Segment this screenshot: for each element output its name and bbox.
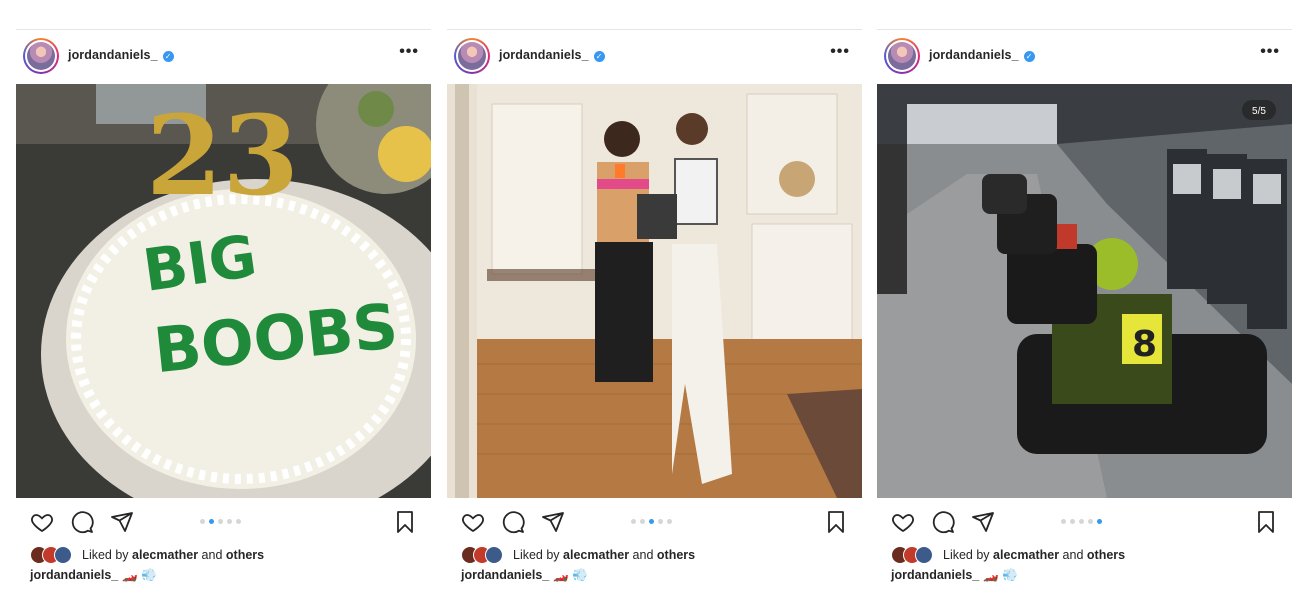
username-text[interactable]: jordandaniels_: [499, 48, 589, 62]
bookmark-icon[interactable]: [393, 510, 417, 534]
caption-username[interactable]: jordandaniels_: [891, 568, 979, 582]
cake-photo: 23 BIG BOOBS: [16, 84, 431, 498]
heart-icon[interactable]: [461, 510, 485, 534]
liker-avatars[interactable]: [30, 546, 76, 564]
username-link[interactable]: jordandaniels_ ✓: [929, 48, 1035, 62]
carousel-dot: [1070, 519, 1075, 524]
profile-avatar[interactable]: [884, 38, 920, 74]
username-link[interactable]: jordandaniels_ ✓: [499, 48, 605, 62]
verified-badge-icon: ✓: [162, 51, 174, 62]
carousel-dots: [200, 519, 241, 524]
carousel-dot: [667, 519, 672, 524]
caption: jordandaniels_ 🏎️ 💨: [461, 568, 588, 583]
go-kart-photo: 8 5/5: [877, 84, 1292, 498]
post-header: jordandaniels_ ✓ •••: [447, 30, 862, 83]
post-photo[interactable]: 8 5/5: [877, 84, 1292, 498]
verified-badge-icon: ✓: [1023, 51, 1035, 62]
more-options-icon[interactable]: •••: [830, 43, 850, 61]
carousel-dot: [658, 519, 663, 524]
paper-plane-icon[interactable]: [110, 510, 134, 534]
liker-username[interactable]: alecmather: [993, 548, 1059, 562]
post-header: jordandaniels_ ✓ •••: [877, 30, 1292, 83]
candle-numbers: 23: [146, 91, 299, 220]
paper-plane-icon[interactable]: [971, 510, 995, 534]
caption-emoji: 🏎️ 💨: [553, 568, 588, 582]
carousel-dot-active: [1097, 519, 1102, 524]
posts-row: jordandaniels_ ✓ ••• 23 BIG BOOBS Liked …: [0, 0, 1316, 604]
carousel-dot-active: [649, 519, 654, 524]
likes-line: Liked by alecmather and others: [891, 546, 1125, 564]
likes-and: and: [632, 548, 654, 562]
likes-others-link[interactable]: others: [1087, 548, 1125, 562]
caption-username[interactable]: jordandaniels_: [461, 568, 549, 582]
heart-icon[interactable]: [891, 510, 915, 534]
caption-username[interactable]: jordandaniels_: [30, 568, 118, 582]
comment-icon[interactable]: [931, 510, 955, 534]
post-card: jordandaniels_ ✓ •••: [877, 29, 1292, 596]
carousel-dot: [227, 519, 232, 524]
username-text[interactable]: jordandaniels_: [68, 48, 158, 62]
caption-emoji: 🏎️ 💨: [122, 568, 157, 582]
caption: jordandaniels_ 🏎️ 💨: [891, 568, 1018, 583]
likes-others-link[interactable]: others: [657, 548, 695, 562]
action-bar: [877, 508, 1292, 536]
bookmark-icon[interactable]: [824, 510, 848, 534]
liker-avatars[interactable]: [461, 546, 507, 564]
likes-line: Liked by alecmather and others: [30, 546, 264, 564]
profile-avatar[interactable]: [23, 38, 59, 74]
action-bar: [16, 508, 431, 536]
paper-plane-icon[interactable]: [541, 510, 565, 534]
profile-avatar[interactable]: [454, 38, 490, 74]
carousel-dot: [218, 519, 223, 524]
bookmark-icon[interactable]: [1254, 510, 1278, 534]
likes-prefix: Liked by: [943, 548, 990, 562]
carousel-dot: [640, 519, 645, 524]
post-card: jordandaniels_ ✓ •••: [447, 29, 862, 596]
post-photo[interactable]: 23 BIG BOOBS: [16, 84, 431, 498]
carousel-dot: [1061, 519, 1066, 524]
carousel-dot: [236, 519, 241, 524]
heart-icon[interactable]: [30, 510, 54, 534]
likes-line: Liked by alecmather and others: [461, 546, 695, 564]
mirror-selfie-photo: [447, 84, 862, 498]
caption-emoji: 🏎️ 💨: [983, 568, 1018, 582]
comment-icon[interactable]: [501, 510, 525, 534]
liker-username[interactable]: alecmather: [132, 548, 198, 562]
liker-username[interactable]: alecmather: [563, 548, 629, 562]
likes-prefix: Liked by: [513, 548, 560, 562]
post-photo[interactable]: [447, 84, 862, 498]
post-card: jordandaniels_ ✓ ••• 23 BIG BOOBS Liked …: [16, 29, 431, 596]
carousel-counter: 5/5: [1252, 106, 1266, 117]
carousel-dot: [1088, 519, 1093, 524]
post-header: jordandaniels_ ✓ •••: [16, 30, 431, 83]
likes-others-link[interactable]: others: [226, 548, 264, 562]
carousel-dots: [1061, 519, 1102, 524]
more-options-icon[interactable]: •••: [399, 43, 419, 61]
carousel-dots: [631, 519, 672, 524]
carousel-dot: [1079, 519, 1084, 524]
username-text[interactable]: jordandaniels_: [929, 48, 1019, 62]
username-link[interactable]: jordandaniels_ ✓: [68, 48, 174, 62]
kart-number: 8: [1132, 324, 1157, 365]
more-options-icon[interactable]: •••: [1260, 43, 1280, 61]
carousel-dot-active: [209, 519, 214, 524]
likes-and: and: [201, 548, 223, 562]
verified-badge-icon: ✓: [593, 51, 605, 62]
carousel-dot: [631, 519, 636, 524]
comment-icon[interactable]: [70, 510, 94, 534]
likes-prefix: Liked by: [82, 548, 129, 562]
action-bar: [447, 508, 862, 536]
carousel-dot: [200, 519, 205, 524]
caption: jordandaniels_ 🏎️ 💨: [30, 568, 157, 583]
likes-and: and: [1062, 548, 1084, 562]
liker-avatars[interactable]: [891, 546, 937, 564]
